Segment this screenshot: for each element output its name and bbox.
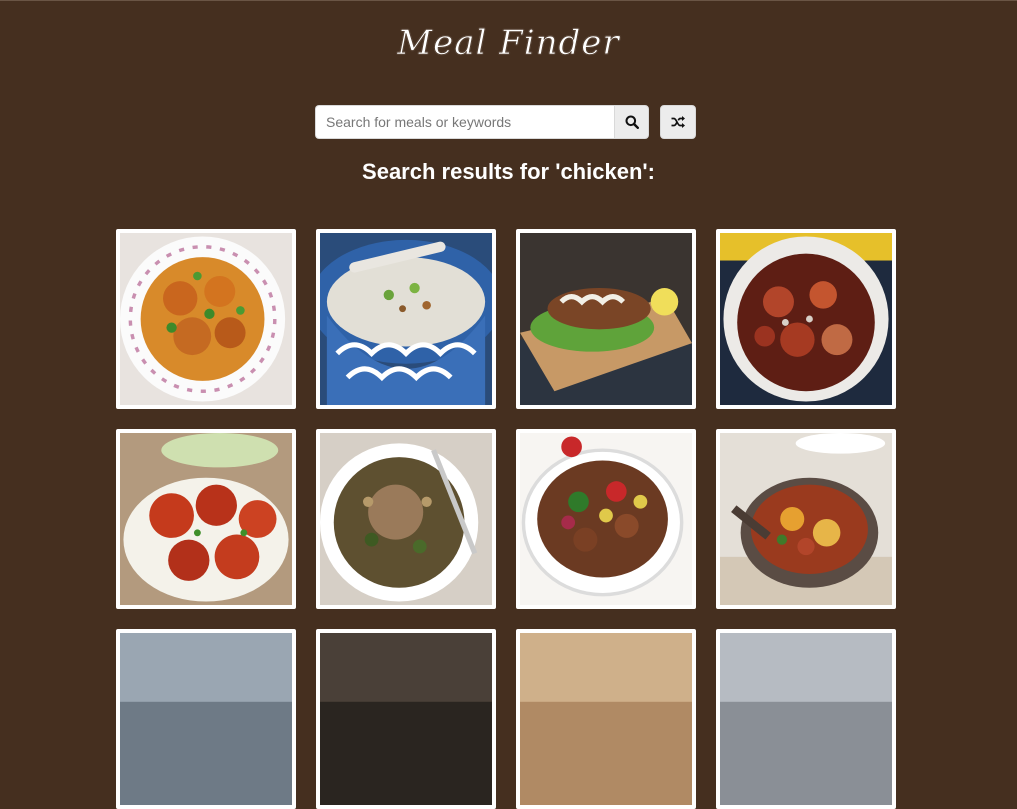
partially-visible-dish [720, 633, 892, 805]
search-form [315, 105, 649, 139]
meal-card[interactable] [516, 629, 696, 809]
meal-card[interactable] [516, 229, 696, 409]
search-button[interactable] [614, 105, 649, 139]
meal-card[interactable] [116, 429, 296, 609]
results-heading: Search results for 'chicken': [362, 159, 655, 184]
meal-card[interactable] [716, 229, 896, 409]
rice-chicken-plate-dish [320, 433, 492, 605]
search-icon [625, 115, 639, 129]
stew-skillet-dish [720, 433, 892, 605]
curry-bowl-dish [120, 233, 292, 405]
meal-card[interactable] [716, 429, 896, 609]
grilled-chicken-board-dish [520, 233, 692, 405]
meal-card[interactable] [316, 629, 496, 809]
meal-card[interactable] [116, 229, 296, 409]
meal-card[interactable] [516, 429, 696, 609]
meal-card[interactable] [316, 229, 496, 409]
meal-card[interactable] [116, 629, 296, 809]
tandoori-platter-dish [120, 433, 292, 605]
search-input[interactable] [315, 105, 614, 139]
casserole-pot-dish [720, 233, 892, 405]
partially-visible-dish [120, 633, 292, 805]
app-logo: Meal Finder [397, 23, 620, 64]
shuffle-icon [671, 116, 685, 128]
congee-blue-bowl-dish [320, 233, 492, 405]
stir-fry-bowl-dish [520, 433, 692, 605]
partially-visible-dish [320, 633, 492, 805]
meal-card[interactable] [316, 429, 496, 609]
partially-visible-dish [520, 633, 692, 805]
random-meal-button[interactable] [660, 105, 696, 139]
meal-card[interactable] [716, 629, 896, 809]
